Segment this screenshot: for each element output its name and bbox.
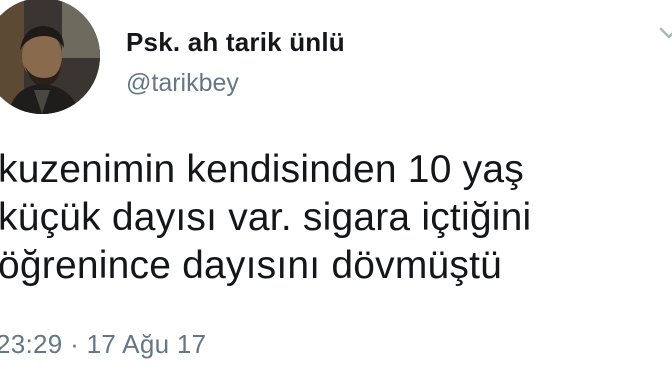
tweet-text-line: kuzenimin kendisinden 10 yaş — [0, 148, 524, 191]
author-handle[interactable]: @tarikbey — [126, 68, 345, 98]
author-display-name[interactable]: Psk. ah tarik ünlü — [126, 26, 345, 58]
tweet-text-line: öğrenince dayısını dövmüştü — [0, 244, 503, 287]
tweet-timestamp[interactable]: 23:29 · 17 Ağu 17 — [0, 328, 206, 360]
tweet-text-line: küçük dayısı var. sigara içtiğini — [0, 196, 532, 239]
author-block[interactable]: Psk. ah tarik ünlü @tarikbey — [126, 26, 345, 98]
avatar[interactable] — [0, 0, 100, 114]
chevron-down-icon[interactable] — [658, 22, 672, 44]
tweet-card: Psk. ah tarik ünlü @tarikbey kuzenimin k… — [0, 0, 672, 378]
avatar-photo-icon — [0, 0, 100, 114]
tweet-text: kuzenimin kendisinden 10 yaş küçük dayıs… — [0, 146, 668, 290]
